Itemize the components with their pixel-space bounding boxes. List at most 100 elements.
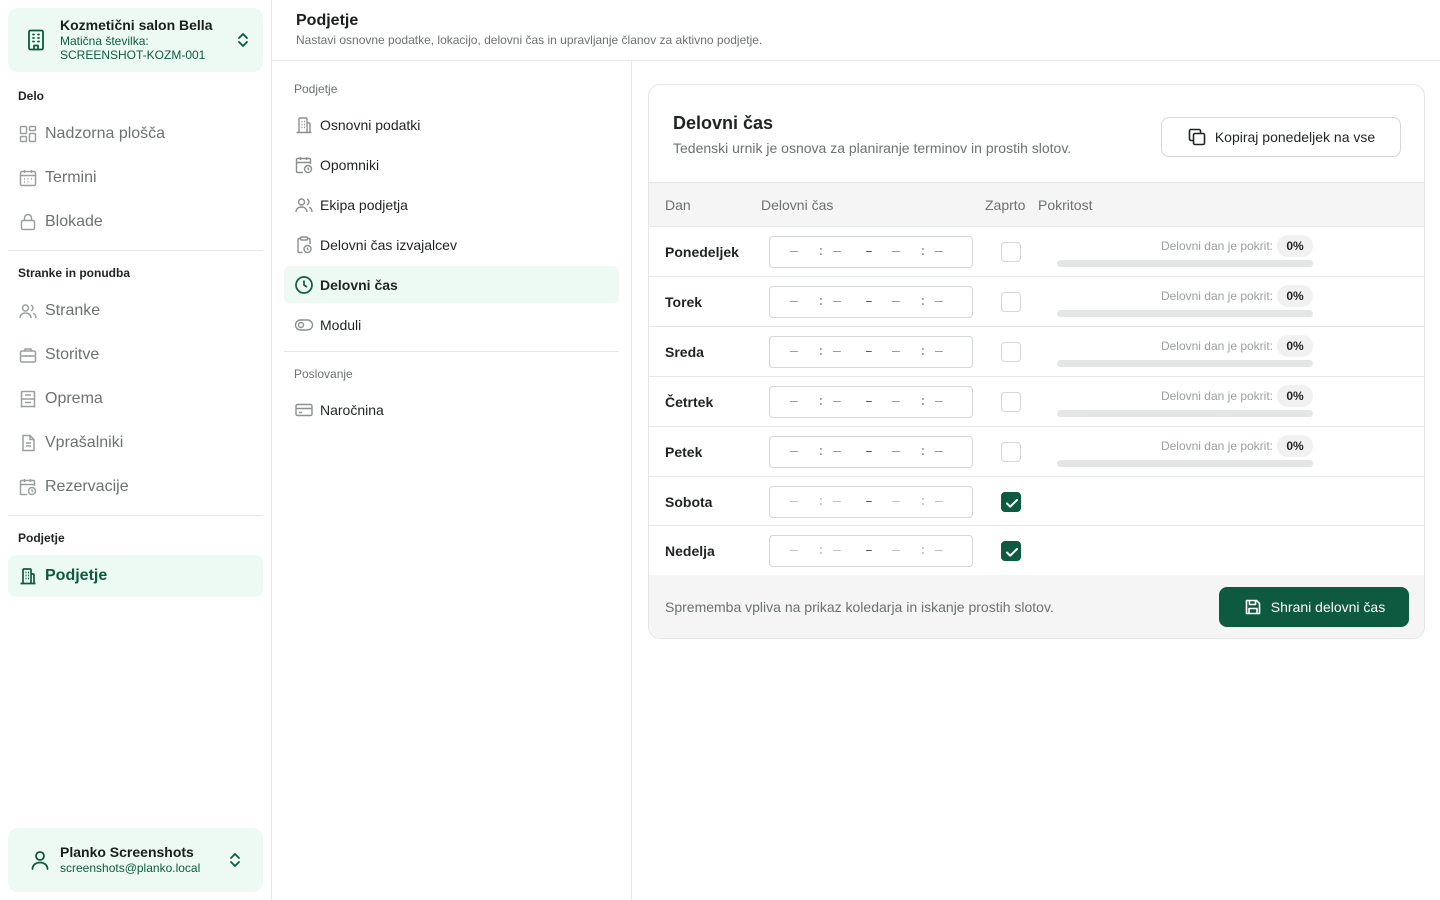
sidebar-item-label: Blokade	[45, 213, 103, 230]
toggle-icon	[294, 318, 314, 331]
time-range-input[interactable]: — : — – — : —	[769, 485, 973, 518]
column-header-closed: Zaprto	[985, 197, 1026, 213]
card-footer: Sprememba vpliva na prikaz koledarja in …	[649, 575, 1424, 638]
coverage-bar	[1057, 360, 1313, 367]
end-colon: :	[919, 542, 927, 558]
sidebar-item-stranke[interactable]: Stranke	[8, 291, 263, 331]
column-header-coverage: Pokritost	[1038, 197, 1093, 213]
end-hour-placeholder: —	[892, 244, 900, 259]
sidebar-item-oprema[interactable]: Oprema	[8, 379, 263, 419]
range-separator: –	[865, 344, 873, 359]
settings-item-label: Naročnina	[320, 401, 384, 418]
org-switcher[interactable]: Kozmetični salon Bella Matična številka:…	[8, 8, 263, 72]
settings-item-ekipa[interactable]: Ekipa podjetja	[284, 186, 619, 223]
calendar-clock-icon	[295, 156, 313, 173]
settings-item-moduli[interactable]: Moduli	[284, 306, 619, 343]
time-range-input[interactable]: — : — – — : —	[769, 534, 973, 567]
closed-checkbox[interactable]	[1001, 540, 1021, 561]
settings-item-opomniki[interactable]: Opomniki	[284, 146, 619, 183]
time-range-input[interactable]: — : — – — : —	[769, 386, 973, 418]
sidebar-item-termini[interactable]: Termini	[8, 158, 263, 198]
copy-monday-button[interactable]: Kopiraj ponedeljek na vse	[1161, 117, 1401, 157]
closed-checkbox[interactable]	[1001, 442, 1021, 462]
settings-item-delovni-cas-izvajalcev[interactable]: Delovni čas izvajalcev	[284, 226, 619, 263]
user-menu[interactable]: Planko Screenshots screenshots@planko.lo…	[8, 828, 263, 892]
sidebar-divider	[8, 515, 263, 516]
closed-checkbox[interactable]	[1001, 242, 1021, 262]
day-row: Torek — : — – — : — Delovni dan je pokri…	[649, 277, 1424, 327]
clipboard-clock-icon	[297, 235, 312, 253]
lock-icon	[20, 213, 36, 231]
closed-checkbox[interactable]	[1001, 342, 1021, 362]
sidebar-item-label: Vprašalniki	[45, 434, 124, 451]
save-working-hours-button[interactable]: Shrani delovni čas	[1219, 587, 1409, 627]
sidebar-item-dashboard[interactable]: Nadzorna plošča	[8, 114, 263, 154]
coverage-label: Delovni dan je pokrit:	[1160, 339, 1273, 353]
coverage-bar	[1057, 310, 1313, 317]
time-range-input[interactable]: — : — – — : —	[769, 286, 973, 318]
table-header: Dan Delovni čas Zaprto Pokritost	[649, 182, 1424, 227]
start-hour-placeholder: —	[790, 294, 798, 309]
time-range-input[interactable]: — : — – — : —	[769, 436, 973, 468]
start-colon: :	[817, 294, 825, 309]
end-minute-placeholder: —	[935, 244, 943, 259]
dashboard-icon	[19, 125, 37, 143]
time-range-input[interactable]: — : — – — : —	[769, 236, 973, 268]
start-minute-placeholder: —	[833, 394, 841, 409]
time-range-input[interactable]: — : — – — : —	[769, 336, 973, 368]
coverage-badge: 0%	[1277, 235, 1313, 257]
sidebar-item-label: Storitve	[45, 346, 100, 363]
page-header: Podjetje Nastavi osnovne podatke, lokaci…	[272, 0, 1440, 61]
day-row: Ponedeljek — : — – — : — Delovni dan je …	[649, 227, 1424, 277]
settings-item-label: Ekipa podjetja	[320, 196, 408, 213]
coverage-label: Delovni dan je pokrit:	[1160, 389, 1273, 403]
calendar-icon	[19, 170, 37, 187]
coverage-bar	[1057, 260, 1313, 267]
end-minute-placeholder: —	[935, 542, 943, 558]
day-row: Sobota — : — – — : —	[649, 477, 1424, 526]
settings-item-delovni-cas[interactable]: Delovni čas	[284, 266, 619, 303]
start-hour-placeholder: —	[790, 542, 798, 558]
settings-group-label: Podjetje	[294, 82, 338, 96]
sidebar-divider	[8, 250, 263, 251]
card-subtitle: Tedenski urnik je osnova za planiranje t…	[673, 140, 1072, 156]
end-colon: :	[919, 394, 927, 409]
section-label-stranke: Stranke in ponudba	[18, 266, 131, 280]
page-title: Podjetje	[296, 12, 359, 29]
page-subtitle: Nastavi osnovne podatke, lokacijo, delov…	[296, 33, 763, 47]
sidebar-item-vprasalniki[interactable]: Vprašalniki	[8, 423, 263, 463]
settings-item-osnovni-podatki[interactable]: Osnovni podatki	[284, 106, 619, 143]
closed-checkbox[interactable]	[1001, 292, 1021, 312]
start-minute-placeholder: —	[833, 294, 841, 309]
copy-icon	[1188, 128, 1206, 146]
user-email: screenshots@planko.local	[60, 861, 201, 876]
sidebar-item-blokade[interactable]: Blokade	[8, 202, 263, 242]
settings-item-label: Osnovni podatki	[320, 116, 421, 133]
day-row: Sreda — : — – — : — Delovni dan je pokri…	[649, 327, 1424, 377]
start-colon: :	[817, 344, 825, 359]
day-name: Četrtek	[665, 394, 714, 410]
end-minute-placeholder: —	[935, 294, 943, 309]
calendar-clock-icon	[19, 479, 37, 496]
start-colon: :	[817, 444, 825, 459]
sidebar-item-rezervacije[interactable]: Rezervacije	[8, 467, 263, 507]
end-hour-placeholder: —	[892, 294, 900, 309]
building-icon	[296, 116, 312, 133]
end-colon: :	[919, 244, 927, 259]
coverage-label: Delovni dan je pokrit:	[1160, 289, 1273, 303]
sidebar-item-storitve[interactable]: Storitve	[8, 335, 263, 375]
org-reg-label: Matična številka:	[60, 34, 149, 48]
sidebar-item-podjetje[interactable]: Podjetje	[8, 555, 263, 597]
start-minute-placeholder: —	[833, 244, 841, 259]
user-icon	[31, 851, 49, 870]
section-label-delo: Delo	[18, 89, 45, 103]
start-colon: :	[817, 394, 825, 409]
coverage-label: Delovni dan je pokrit:	[1160, 239, 1273, 253]
settings-item-label: Moduli	[320, 316, 362, 333]
closed-checkbox[interactable]	[1001, 491, 1021, 512]
settings-nav: Podjetje Osnovni podatki Opomniki Ekipa …	[272, 61, 632, 900]
day-name: Petek	[665, 444, 703, 460]
settings-item-narocnina[interactable]: Naročnina	[284, 391, 619, 428]
start-minute-placeholder: —	[833, 444, 841, 459]
closed-checkbox[interactable]	[1001, 392, 1021, 412]
